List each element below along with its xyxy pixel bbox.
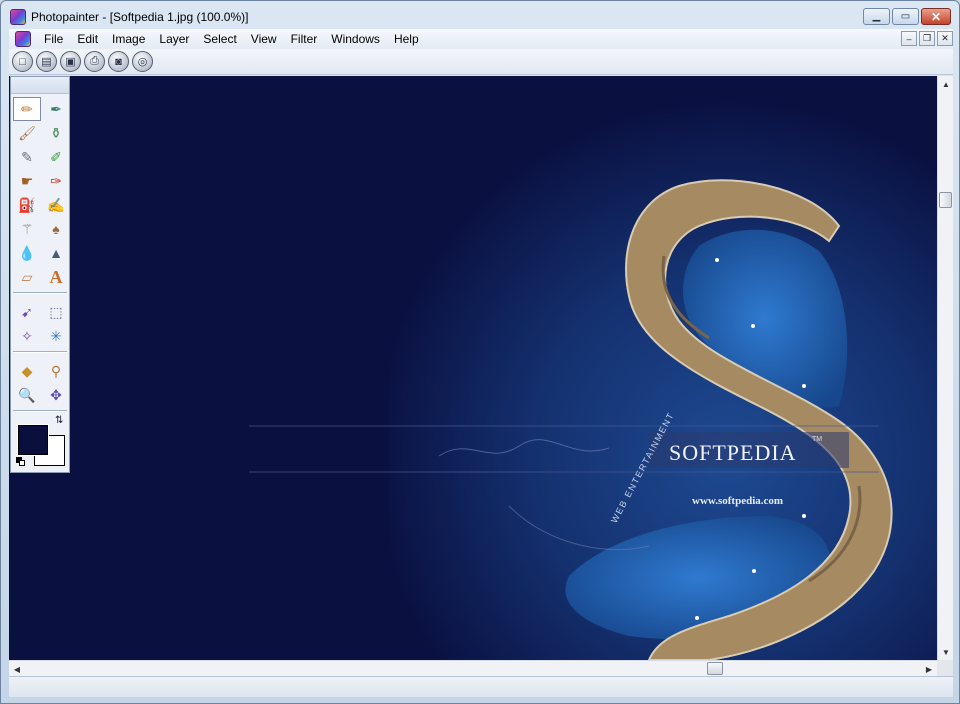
watermark-url: www.softpedia.com [692,495,784,507]
doc-minimize-button[interactable]: – [901,31,917,46]
window-title: Photopainter - [Softpedia 1.jpg (100.0%)… [31,10,249,24]
zoom-icon[interactable]: 🔍 [13,383,41,407]
eraser-icon[interactable]: ▱ [13,265,41,289]
selection-tools: ➹ ⬚ ✧ ✳ [11,297,69,348]
reset-colors-icon[interactable] [16,457,25,466]
close-button[interactable]: ✕ [921,8,951,25]
eyedropper-icon[interactable]: ⚲ [42,359,70,383]
red-pen-icon[interactable]: ✑ [42,169,70,193]
capture-button[interactable]: ◎ [132,51,153,72]
status-bar [9,676,953,697]
view-tools: ◆ ⚲ 🔍 ✥ [11,356,69,407]
rect-select-icon[interactable]: ⬚ [42,300,70,324]
magic-wand-icon[interactable]: ⚚ [13,217,41,241]
doc-close-button[interactable]: ✕ [937,31,953,46]
brush-icon[interactable]: 🖌 [13,121,41,145]
new-file-button[interactable]: □ [12,51,33,72]
blur-drop-icon[interactable]: 💧 [13,241,41,265]
save-file-button[interactable]: ▣ [60,51,81,72]
menu-edit[interactable]: Edit [70,29,105,49]
document-window-controls: – ❐ ✕ [901,31,953,46]
menu-view[interactable]: View [244,29,284,49]
menu-bar: File Edit Image Layer Select View Filter… [9,29,953,49]
pan-icon[interactable]: ✥ [42,383,70,407]
swap-colors-icon[interactable]: ⇅ [55,415,63,426]
stamp-icon[interactable]: ⚱ [42,121,70,145]
main-toolbar: □ ▤ ▣ ⎙ ◙ ◎ [9,49,953,75]
airbrush-icon[interactable]: ✎ [13,145,41,169]
scan-button[interactable]: ◙ [108,51,129,72]
palette-separator [13,410,67,412]
menu-help[interactable]: Help [387,29,426,49]
scroll-left-arrow[interactable]: ◀ [9,661,25,677]
print-button[interactable]: ⎙ [84,51,105,72]
lasso-icon[interactable]: ✧ [13,324,41,348]
transform-icon[interactable]: ◆ [13,359,41,383]
fill-brush-icon[interactable]: ♠ [42,217,70,241]
smudge-icon[interactable]: ☛ [13,169,41,193]
maximize-button[interactable]: ▭ [892,8,919,25]
color-swatches: ⇅ [11,415,69,471]
image-canvas[interactable]: SOFTPEDIA TM www.softpedia.com WEB ENTER… [9,76,937,660]
move-selection-icon[interactable]: ➹ [13,300,41,324]
watermark-title: SOFTPEDIA [669,440,797,465]
menu-image[interactable]: Image [105,29,152,49]
menu-file[interactable]: File [37,29,70,49]
app-window: Photopainter - [Softpedia 1.jpg (100.0%)… [0,0,960,704]
palette-separator [13,292,67,294]
minimize-button[interactable]: ▁ [863,8,890,25]
text-icon[interactable]: A [42,265,70,289]
horizontal-scroll-thumb[interactable] [707,662,723,675]
sharpen-icon[interactable]: ▲ [42,241,70,265]
vertical-scroll-thumb[interactable] [939,192,952,208]
scrollbar-corner [937,660,953,676]
palette-separator [13,351,67,353]
paint-bucket-icon[interactable]: ⛽ [13,193,41,217]
menu-select[interactable]: Select [196,29,243,49]
menu-layer[interactable]: Layer [152,29,196,49]
scroll-up-arrow[interactable]: ▲ [938,76,954,92]
scroll-right-arrow[interactable]: ▶ [921,661,937,677]
title-bar[interactable]: Photopainter - [Softpedia 1.jpg (100.0%)… [1,1,959,31]
eraser-brush-icon[interactable]: ✍ [42,193,70,217]
tool-palette-header[interactable] [11,77,69,94]
paint-tools: ✏ ✒ 🖌 ⚱ ✎ ✐ ☛ ✑ ⛽ ✍ ⚚ ♠ 💧 ▲ ▱ A [11,94,69,289]
photopainter-app-icon[interactable] [10,9,26,25]
canvas-image [9,76,937,660]
document-icon[interactable] [15,31,31,47]
vertical-scrollbar[interactable]: ▲ ▼ [937,76,953,660]
magic-select-icon[interactable]: ✳ [42,324,70,348]
watermark-trademark: TM [812,436,823,443]
scroll-down-arrow[interactable]: ▼ [938,644,954,660]
window-controls: ▁ ▭ ✕ [863,8,951,25]
horizontal-scrollbar[interactable]: ◀ ▶ [9,660,937,676]
menu-filter[interactable]: Filter [284,29,325,49]
marker-icon[interactable]: ✐ [42,145,70,169]
doc-restore-button[interactable]: ❐ [919,31,935,46]
foreground-color-swatch[interactable] [17,424,49,456]
menu-windows[interactable]: Windows [324,29,387,49]
pen-icon[interactable]: ✒ [42,97,70,121]
tool-palette: ✏ ✒ 🖌 ⚱ ✎ ✐ ☛ ✑ ⛽ ✍ ⚚ ♠ 💧 ▲ ▱ A ➹ ⬚ ✧ ✳ ◆ ⚲ 🔍 ✥ ⇅ [10,76,70,473]
open-file-button[interactable]: ▤ [36,51,57,72]
pencil-icon[interactable]: ✏ [13,97,41,121]
